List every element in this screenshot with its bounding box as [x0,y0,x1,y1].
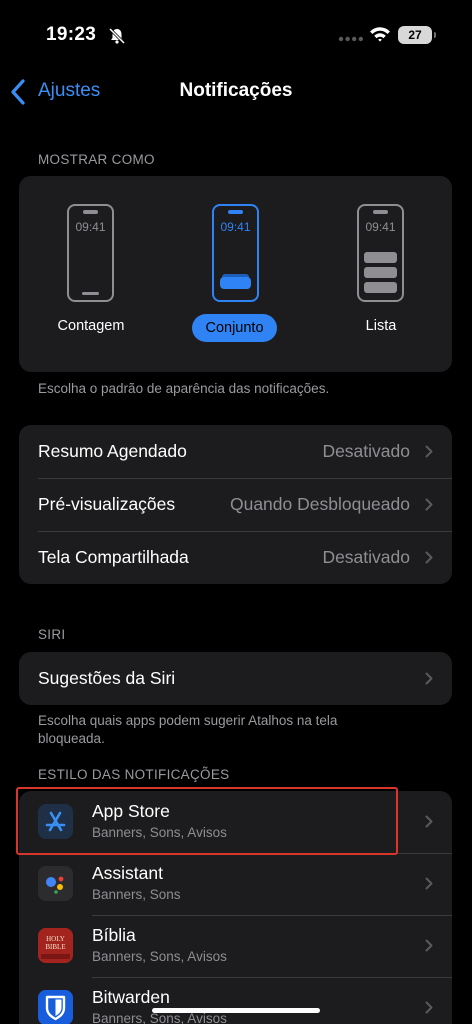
app-name: Assistant [92,863,163,883]
style-option-label: Contagem [57,318,125,334]
siri-footer: Escolha quais apps podem sugerir Atalhos… [38,713,338,746]
navigation-bar: Ajustes Notificações [0,70,472,114]
row-siri-suggestions[interactable]: Sugestões da Siri [19,652,452,705]
phone-preview-list: 09:41 [357,204,404,302]
row-previews[interactable]: Pré-visualizações Quando Desbloqueado [19,478,452,531]
app-name: Bíblia [92,925,136,945]
chevron-right-icon [425,815,433,828]
status-time: 19:23 [46,24,97,45]
chevron-right-icon [425,939,433,952]
svg-text:BIBLE: BIBLE [45,943,65,951]
cellular-signal-icon [338,36,363,42]
style-option-label: Lista [365,318,397,334]
chevron-right-icon [425,672,433,685]
row-label: Pré-visualizações [38,494,176,514]
page-title: Notificações [179,80,293,101]
bitwarden-icon [38,990,73,1024]
chevron-right-icon [425,445,433,458]
chevron-right-icon [425,498,433,511]
row-label: Sugestões da Siri [38,668,176,688]
bell-slash-icon [108,27,126,45]
section-header-notification-style: ESTILO DAS NOTIFICAÇÕES [38,767,230,782]
row-value: Desativado [322,547,410,567]
siri-group: Sugestões da Siri [19,652,452,705]
section-header-siri: SIRI [38,627,66,642]
assistant-icon [38,866,73,901]
app-row-assistant[interactable]: Assistant Banners, Sons [19,853,452,915]
preview-time: 09:41 [220,220,251,234]
phone-preview-count: 09:41 [67,204,114,302]
style-option-selected-label: Conjunto [192,314,277,342]
svg-text:HOLY: HOLY [46,935,65,943]
row-value: Quando Desbloqueado [229,494,410,514]
app-alert-types: Banners, Sons [92,887,181,902]
notification-settings-group: Resumo Agendado Desativado Pré-visualiza… [19,425,452,584]
app-name: Bitwarden [92,987,170,1007]
battery-indicator: 27 [398,26,436,44]
chevron-right-icon [425,877,433,890]
preview-time: 09:41 [75,220,106,234]
row-label: Resumo Agendado [38,441,187,461]
highlight-box [16,787,398,855]
row-screen-sharing[interactable]: Tela Compartilhada Desativado [19,531,452,584]
home-indicator[interactable] [152,1008,320,1013]
row-scheduled-summary[interactable]: Resumo Agendado Desativado [19,425,452,478]
app-row-bitwarden[interactable]: Bitwarden Banners, Sons, Avisos [19,977,452,1024]
preview-time: 09:41 [365,220,396,234]
phone-preview-stack: 09:41 [212,204,259,302]
chevron-right-icon [425,551,433,564]
row-value: Desativado [322,441,410,461]
section-header-display-as: MOSTRAR COMO [38,152,155,167]
bible-icon: HOLY BIBLE [38,928,73,963]
display-style-picker: 09:41 Contagem 09:41 Conjunto 09:41 List… [19,176,452,372]
chevron-right-icon [425,1001,433,1014]
row-label: Tela Compartilhada [38,547,189,567]
app-row-bible[interactable]: HOLY BIBLE Bíblia Banners, Sons, Avisos [19,915,452,977]
wifi-icon [370,27,390,42]
status-bar: 19:23 27 [0,0,472,70]
app-alert-types: Banners, Sons, Avisos [92,949,227,964]
display-as-footer: Escolha o padrão de aparência das notifi… [38,381,330,396]
